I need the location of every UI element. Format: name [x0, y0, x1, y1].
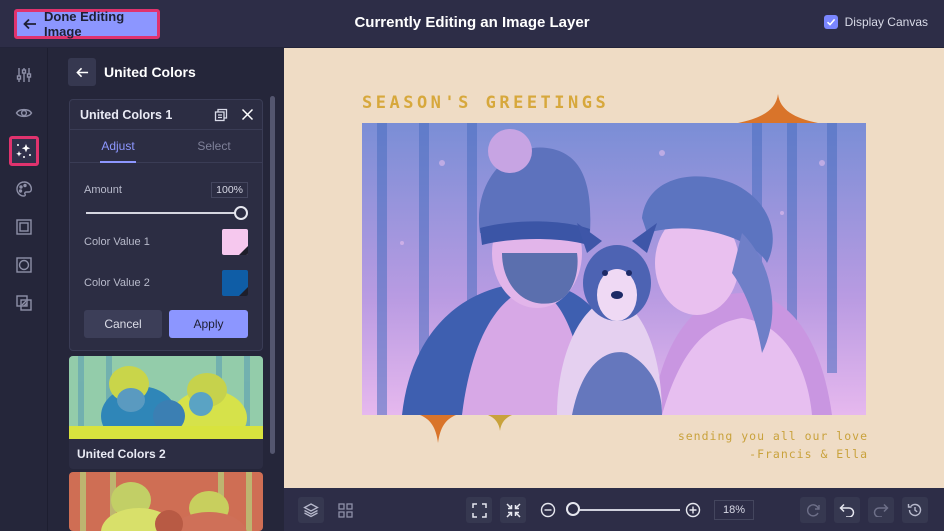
overlay-icon: [16, 295, 32, 311]
history-button[interactable]: [902, 497, 928, 523]
message-text[interactable]: sending you all our love -Francis & Ella: [678, 427, 868, 463]
rail-vignette[interactable]: [9, 250, 39, 280]
card-title: United Colors 1: [80, 107, 173, 122]
color-value-2-swatch[interactable]: [222, 270, 248, 296]
amount-slider-track[interactable]: [86, 212, 242, 214]
fit-to-screen-button[interactable]: [466, 497, 492, 523]
eye-icon: [15, 108, 33, 118]
done-editing-label: Done Editing Image: [44, 9, 125, 39]
preset-united-colors-2[interactable]: United Colors 2: [69, 356, 263, 469]
panel-header: United Colors: [68, 58, 196, 86]
card-header: United Colors 1: [70, 100, 262, 130]
redo-icon: [873, 503, 889, 517]
greeting-text[interactable]: SEASON'S GREETINGS: [362, 93, 609, 113]
rail-colors[interactable]: [9, 174, 39, 204]
amount-row: Amount 100%: [84, 182, 248, 198]
display-canvas-checkbox[interactable]: [823, 15, 838, 29]
refresh-icon: [806, 503, 820, 517]
color-value-2-row: Color Value 2: [84, 270, 248, 296]
tab-select[interactable]: Select: [166, 130, 262, 162]
rail-overlay[interactable]: [9, 288, 39, 318]
palette-icon: [16, 181, 33, 197]
frame-icon: [16, 219, 32, 235]
panel-back-button[interactable]: [68, 58, 96, 86]
arrow-left-icon: [23, 18, 36, 30]
ornament-bottom-small: [488, 415, 512, 431]
zoom-in-button[interactable]: [680, 497, 706, 523]
rail-visibility[interactable]: [9, 98, 39, 128]
preset-thumbnail-3: [69, 472, 263, 531]
duotone-photo: [362, 123, 866, 415]
panel-title: United Colors: [104, 64, 196, 80]
preset-thumbnail: [69, 356, 263, 439]
effects-panel: United Colors United Colors 1 Adjust Sel…: [48, 48, 284, 531]
bottom-toolbar: 18%: [284, 488, 944, 531]
zoom-slider-thumb[interactable]: [566, 502, 580, 516]
cancel-button[interactable]: Cancel: [84, 310, 162, 338]
focus-frame-icon: [16, 257, 32, 273]
zoom-in-icon: [685, 502, 701, 518]
preset-united-colors-3[interactable]: [69, 472, 263, 531]
message-line-1: sending you all our love: [677, 429, 868, 443]
panel-scrollbar[interactable]: [270, 96, 275, 454]
zoom-slider-track[interactable]: [574, 509, 680, 511]
color-value-1-label: Color Value 1: [84, 236, 150, 248]
tab-adjust[interactable]: Adjust: [70, 130, 166, 163]
zoom-out-button[interactable]: [535, 497, 561, 523]
layers-icon: [303, 503, 319, 518]
apply-button[interactable]: Apply: [169, 310, 248, 338]
grid-button[interactable]: [332, 497, 358, 523]
rail-adjust[interactable]: [9, 60, 39, 90]
close-icon[interactable]: [241, 108, 254, 121]
duplicate-icon[interactable]: [214, 108, 228, 122]
adjust-sliders-icon: [16, 68, 32, 82]
grid-icon: [337, 502, 353, 518]
undo-button[interactable]: [834, 497, 860, 523]
image-layer[interactable]: [362, 123, 866, 415]
card-actions: Cancel Apply: [84, 310, 248, 338]
zoom-level-input[interactable]: 18%: [714, 500, 754, 520]
check-icon: [826, 18, 835, 26]
done-editing-button[interactable]: Done Editing Image: [14, 9, 160, 39]
tool-rail: [0, 48, 48, 531]
amount-slider[interactable]: [86, 206, 248, 220]
preset-label: United Colors 2: [77, 447, 166, 461]
magic-effects-icon: [16, 144, 31, 158]
expand-icon: [471, 502, 487, 518]
reset-button[interactable]: [800, 497, 826, 523]
amount-slider-thumb[interactable]: [234, 206, 248, 220]
arrow-left-icon: [75, 67, 88, 77]
color-value-1-swatch[interactable]: [222, 229, 248, 255]
top-bar: Done Editing Image Currently Editing an …: [0, 0, 944, 48]
amount-value-input[interactable]: 100%: [211, 182, 248, 198]
color-value-1-row: Color Value 1: [84, 229, 248, 255]
canvas-area: SEASON'S GREETINGS sending you all our l…: [284, 48, 944, 488]
display-canvas-label: Display Canvas: [844, 15, 928, 29]
ornament-top: [738, 94, 818, 123]
ornament-bottom-left: [420, 415, 456, 443]
layers-button[interactable]: [298, 497, 324, 523]
amount-label: Amount: [84, 184, 122, 196]
card-tabs: Adjust Select: [70, 130, 262, 163]
shrink-button[interactable]: [500, 497, 526, 523]
display-canvas-toggle[interactable]: Display Canvas: [823, 15, 928, 29]
history-icon: [907, 503, 922, 517]
message-line-2: -Francis & Ella: [749, 447, 868, 461]
zoom-out-icon: [540, 502, 556, 518]
color-value-2-label: Color Value 2: [84, 277, 150, 289]
redo-button[interactable]: [868, 497, 894, 523]
undo-icon: [839, 503, 855, 517]
shrink-icon: [505, 502, 521, 518]
effect-settings-card: United Colors 1 Adjust Select Amount 100…: [69, 99, 263, 351]
rail-frame[interactable]: [9, 212, 39, 242]
rail-effects[interactable]: [9, 136, 39, 166]
